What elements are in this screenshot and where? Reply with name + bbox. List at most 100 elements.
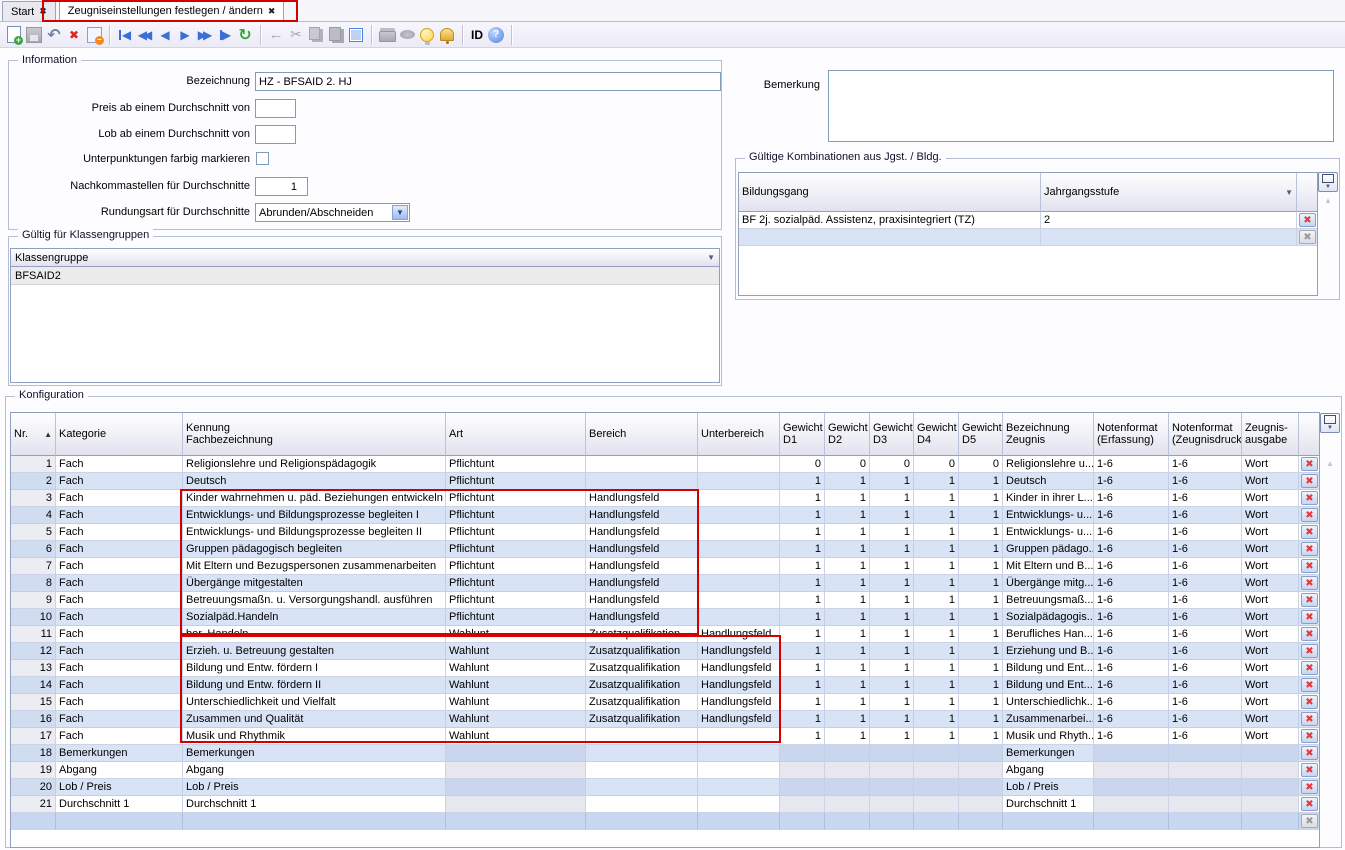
gewicht-d4-cell[interactable]: 1 xyxy=(914,541,959,558)
gewicht-d4-cell[interactable]: 1 xyxy=(914,711,959,728)
bereich-cell[interactable] xyxy=(586,762,698,779)
column-header-gewicht-d5[interactable]: Gewicht D5 xyxy=(959,413,1003,456)
gewicht-d3-cell[interactable]: 1 xyxy=(870,507,914,524)
delete-row-button[interactable]: ✖ xyxy=(1301,644,1318,658)
bereich-cell[interactable]: Handlungsfeld xyxy=(586,490,698,507)
gewicht-d5-cell[interactable]: 1 xyxy=(959,524,1003,541)
table-row[interactable]: 12 Fach Erzieh. u. Betreuung gestalten W… xyxy=(11,643,1320,660)
gewicht-d2-cell[interactable]: 1 xyxy=(825,507,870,524)
bezeichnung-zeugnis-cell[interactable]: Gruppen pädago... xyxy=(1003,541,1094,558)
bereich-cell[interactable]: Zusatzqualifikation xyxy=(586,677,698,694)
table-row[interactable]: 15 Fach Unterschiedlichkeit und Vielfalt… xyxy=(11,694,1320,711)
nr-cell[interactable]: 2 xyxy=(11,473,56,490)
art-cell[interactable] xyxy=(446,745,586,762)
kategorie-cell[interactable]: Fach xyxy=(56,507,183,524)
gewicht-d5-cell[interactable] xyxy=(959,762,1003,779)
table-row[interactable]: 16 Fach Zusammen und Qualität Wahlunt Zu… xyxy=(11,711,1320,728)
delete-row-button[interactable]: ✖ xyxy=(1301,729,1318,743)
notenformat-zeugnisdruck-cell[interactable]: 1-6 xyxy=(1169,677,1242,694)
delete-row-button[interactable]: ✖ xyxy=(1301,593,1318,607)
gewicht-d4-cell[interactable]: 1 xyxy=(914,490,959,507)
gewicht-d4-cell[interactable]: 1 xyxy=(914,473,959,490)
nr-cell[interactable]: 17 xyxy=(11,728,56,745)
table-row[interactable]: 7 Fach Mit Eltern und Bezugspersonen zus… xyxy=(11,558,1320,575)
unterpunktungen-checkbox[interactable] xyxy=(256,152,269,165)
nr-cell[interactable]: 7 xyxy=(11,558,56,575)
gewicht-d5-cell[interactable]: 1 xyxy=(959,558,1003,575)
gewicht-d4-cell[interactable]: 1 xyxy=(914,694,959,711)
delete-row-button[interactable]: ✖ xyxy=(1301,559,1318,573)
notenformat-zeugnisdruck-cell[interactable]: 1-6 xyxy=(1169,575,1242,592)
gewicht-d4-cell[interactable]: 1 xyxy=(914,575,959,592)
nr-cell[interactable]: 13 xyxy=(11,660,56,677)
zeugnisausgabe-cell[interactable]: Wort xyxy=(1242,660,1299,677)
gewicht-d3-cell[interactable] xyxy=(870,779,914,796)
kennung-cell[interactable]: ber. Handeln xyxy=(183,626,446,643)
kategorie-cell[interactable]: Fach xyxy=(56,711,183,728)
zeugnisausgabe-cell[interactable]: Wort xyxy=(1242,456,1299,473)
nr-cell[interactable]: 18 xyxy=(11,745,56,762)
table-row[interactable]: 5 Fach Entwicklungs- und Bildungsprozess… xyxy=(11,524,1320,541)
bereich-cell[interactable]: Zusatzqualifikation xyxy=(586,660,698,677)
delete-row-button[interactable]: ✖ xyxy=(1299,213,1316,227)
gewicht-d4-cell[interactable]: 1 xyxy=(914,626,959,643)
gewicht-d4-cell[interactable]: 1 xyxy=(914,558,959,575)
notenformat-erfassung-cell[interactable] xyxy=(1094,779,1169,796)
zeugnisausgabe-cell[interactable]: Wort xyxy=(1242,575,1299,592)
notenformat-erfassung-cell[interactable]: 1-6 xyxy=(1094,456,1169,473)
kennung-cell[interactable]: Gruppen pädagogisch begleiten xyxy=(183,541,446,558)
zeugnisausgabe-cell[interactable]: Wort xyxy=(1242,694,1299,711)
lob-input[interactable] xyxy=(255,125,296,144)
delete-row-button[interactable]: ✖ xyxy=(1301,780,1318,794)
nav-last-icon[interactable] xyxy=(215,25,235,45)
kennung-cell[interactable]: Sozialpäd.Handeln xyxy=(183,609,446,626)
save-icon[interactable] xyxy=(24,25,44,45)
notenformat-erfassung-cell[interactable] xyxy=(1094,762,1169,779)
bezeichnung-zeugnis-cell[interactable]: Unterschiedlichk... xyxy=(1003,694,1094,711)
notenformat-erfassung-cell[interactable]: 1-6 xyxy=(1094,626,1169,643)
column-header-notenformat-erfassung[interactable]: Notenformat (Erfassung) xyxy=(1094,413,1169,456)
notenformat-zeugnisdruck-cell[interactable]: 1-6 xyxy=(1169,711,1242,728)
table-row[interactable]: 13 Fach Bildung und Entw. fördern I Wahl… xyxy=(11,660,1320,677)
notenformat-zeugnisdruck-cell[interactable]: 1-6 xyxy=(1169,473,1242,490)
kategorie-cell[interactable]: Fach xyxy=(56,456,183,473)
delete-row-button[interactable]: ✖ xyxy=(1301,576,1318,590)
bereich-cell[interactable]: Zusatzqualifikation xyxy=(586,626,698,643)
zeugnisausgabe-cell[interactable]: Wort xyxy=(1242,643,1299,660)
nr-cell[interactable]: 19 xyxy=(11,762,56,779)
art-cell[interactable]: Wahlunt xyxy=(446,711,586,728)
unterbereich-cell[interactable] xyxy=(698,558,780,575)
column-header-bezeichnung-zeugnis[interactable]: Bezeichnung Zeugnis xyxy=(1003,413,1094,456)
column-header-unterbereich[interactable]: Unterbereich xyxy=(698,413,780,456)
column-header-gewicht-d1[interactable]: Gewicht D1 xyxy=(780,413,825,456)
zeugnisausgabe-cell[interactable]: Wort xyxy=(1242,507,1299,524)
bezeichnung-zeugnis-cell[interactable]: Mit Eltern und B... xyxy=(1003,558,1094,575)
tab-start[interactable]: Start ✖ xyxy=(2,1,56,21)
gewicht-d3-cell[interactable]: 1 xyxy=(870,643,914,660)
nr-cell[interactable]: 1 xyxy=(11,456,56,473)
gewicht-d1-cell[interactable]: 1 xyxy=(780,507,825,524)
kategorie-cell[interactable]: Bemerkungen xyxy=(56,745,183,762)
art-cell[interactable]: Pflichtunt xyxy=(446,558,586,575)
notenformat-zeugnisdruck-cell[interactable] xyxy=(1169,745,1242,762)
gewicht-d2-cell[interactable]: 1 xyxy=(825,541,870,558)
table-row[interactable]: 17 Fach Musik und Rhythmik Wahlunt 1 1 1… xyxy=(11,728,1320,745)
gewicht-d4-cell[interactable] xyxy=(914,796,959,813)
select-region-icon[interactable] xyxy=(346,25,366,45)
unterbereich-cell[interactable]: Handlungsfeld xyxy=(698,643,780,660)
notenformat-erfassung-cell[interactable]: 1-6 xyxy=(1094,592,1169,609)
nr-cell[interactable]: 10 xyxy=(11,609,56,626)
bezeichnung-zeugnis-cell[interactable]: Entwicklungs- u... xyxy=(1003,524,1094,541)
column-header-zeugnisausgabe[interactable]: Zeugnis- ausgabe xyxy=(1242,413,1299,456)
gewicht-d3-cell[interactable]: 1 xyxy=(870,694,914,711)
empty-row[interactable]: ✖ xyxy=(739,229,1318,246)
gewicht-d3-cell[interactable]: 1 xyxy=(870,592,914,609)
table-row[interactable]: 6 Fach Gruppen pädagogisch begleiten Pfl… xyxy=(11,541,1320,558)
zeugnisausgabe-cell[interactable]: Wort xyxy=(1242,677,1299,694)
gewicht-d1-cell[interactable]: 0 xyxy=(780,456,825,473)
table-row[interactable]: 8 Fach Übergänge mitgestalten Pflichtunt… xyxy=(11,575,1320,592)
notenformat-erfassung-cell[interactable]: 1-6 xyxy=(1094,524,1169,541)
delete-row-button[interactable]: ✖ xyxy=(1301,491,1318,505)
bezeichnung-zeugnis-cell[interactable]: Bildung und Ent... xyxy=(1003,677,1094,694)
kennung-cell[interactable]: Musik und Rhythmik xyxy=(183,728,446,745)
